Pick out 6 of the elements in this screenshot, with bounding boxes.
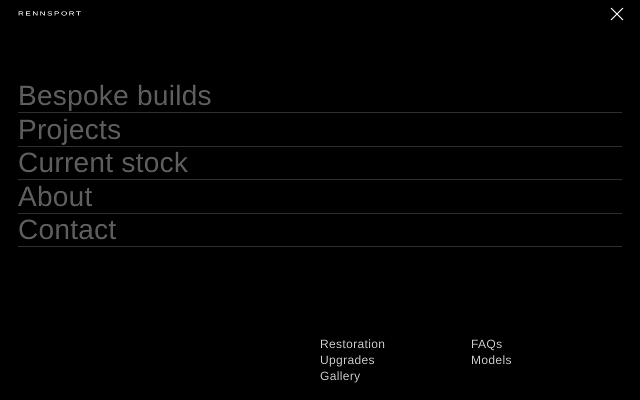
footer-link[interactable]: Gallery <box>320 368 361 384</box>
footer-link[interactable]: Restoration <box>320 336 386 352</box>
footer-link[interactable]: FAQs <box>471 336 502 352</box>
footer-link[interactable]: Models <box>471 352 512 368</box>
close-icon[interactable] <box>610 7 624 21</box>
footer-link[interactable]: Upgrades <box>320 352 375 368</box>
